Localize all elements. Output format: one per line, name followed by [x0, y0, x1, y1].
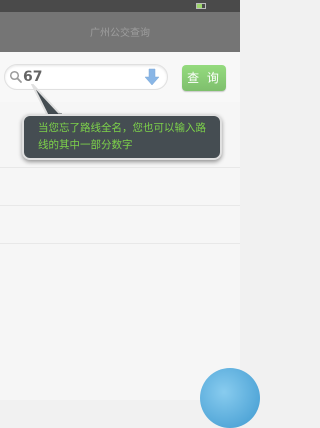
status-bar: [0, 0, 240, 12]
callout-pointer: [31, 84, 63, 117]
tooltip-text: 当您忘了路线全名，您也可以输入路线的其中一部分数字: [38, 122, 206, 151]
help-bubble-icon[interactable]: [200, 368, 260, 428]
tutorial-overlay: [0, 12, 240, 400]
battery-icon: [196, 3, 206, 9]
tooltip-callout: 当您忘了路线全名，您也可以输入路线的其中一部分数字: [22, 114, 222, 160]
